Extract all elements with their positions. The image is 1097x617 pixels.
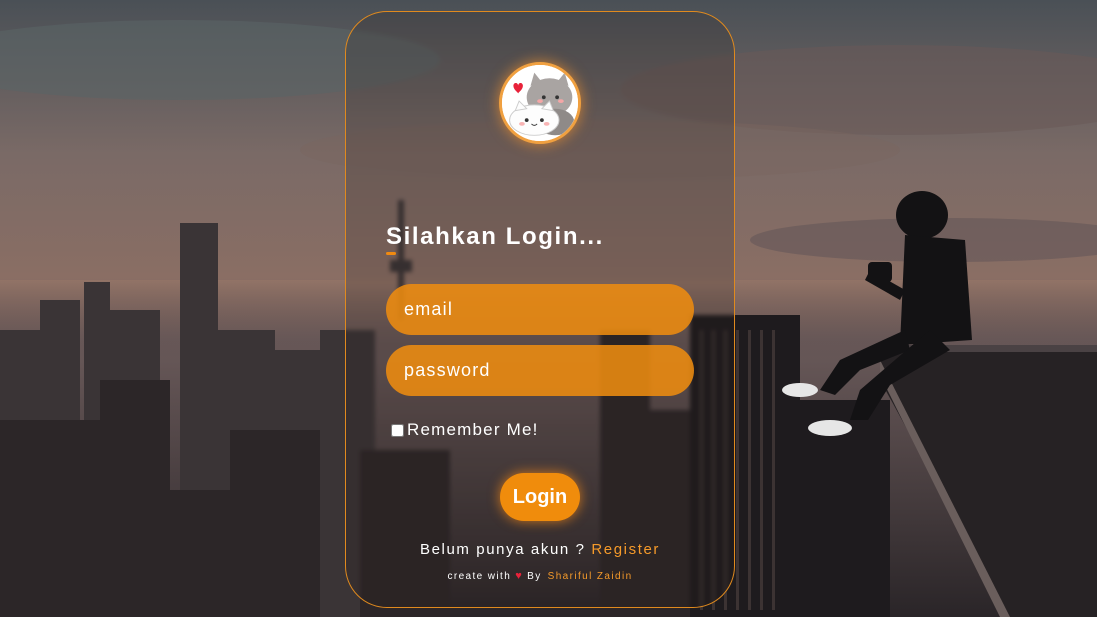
register-prompt-text: Belum punya akun ?	[420, 541, 586, 558]
register-link[interactable]: Register	[591, 541, 660, 558]
login-button[interactable]: Login	[500, 473, 580, 521]
cat-avatar-icon	[499, 62, 581, 144]
credit-prefix: create with	[447, 571, 512, 582]
register-prompt: Belum punya akun ? Register	[346, 541, 734, 558]
remember-me-checkbox[interactable]	[391, 423, 404, 437]
remember-me[interactable]: Remember Me!	[391, 420, 539, 440]
credit-author: Shariful Zaidin	[547, 571, 633, 582]
login-card: Silahkan Login... Remember Me! Login Bel…	[345, 11, 735, 608]
password-input[interactable]	[386, 345, 694, 396]
page-title: Silahkan Login...	[386, 223, 604, 250]
credit-footer: create with ♥ By Shariful Zaidin	[346, 570, 734, 582]
title-underline	[386, 252, 396, 255]
heart-icon: ♥	[515, 570, 524, 582]
credit-by: By	[527, 571, 542, 582]
email-input[interactable]	[386, 284, 694, 335]
remember-me-label: Remember Me!	[407, 420, 539, 439]
